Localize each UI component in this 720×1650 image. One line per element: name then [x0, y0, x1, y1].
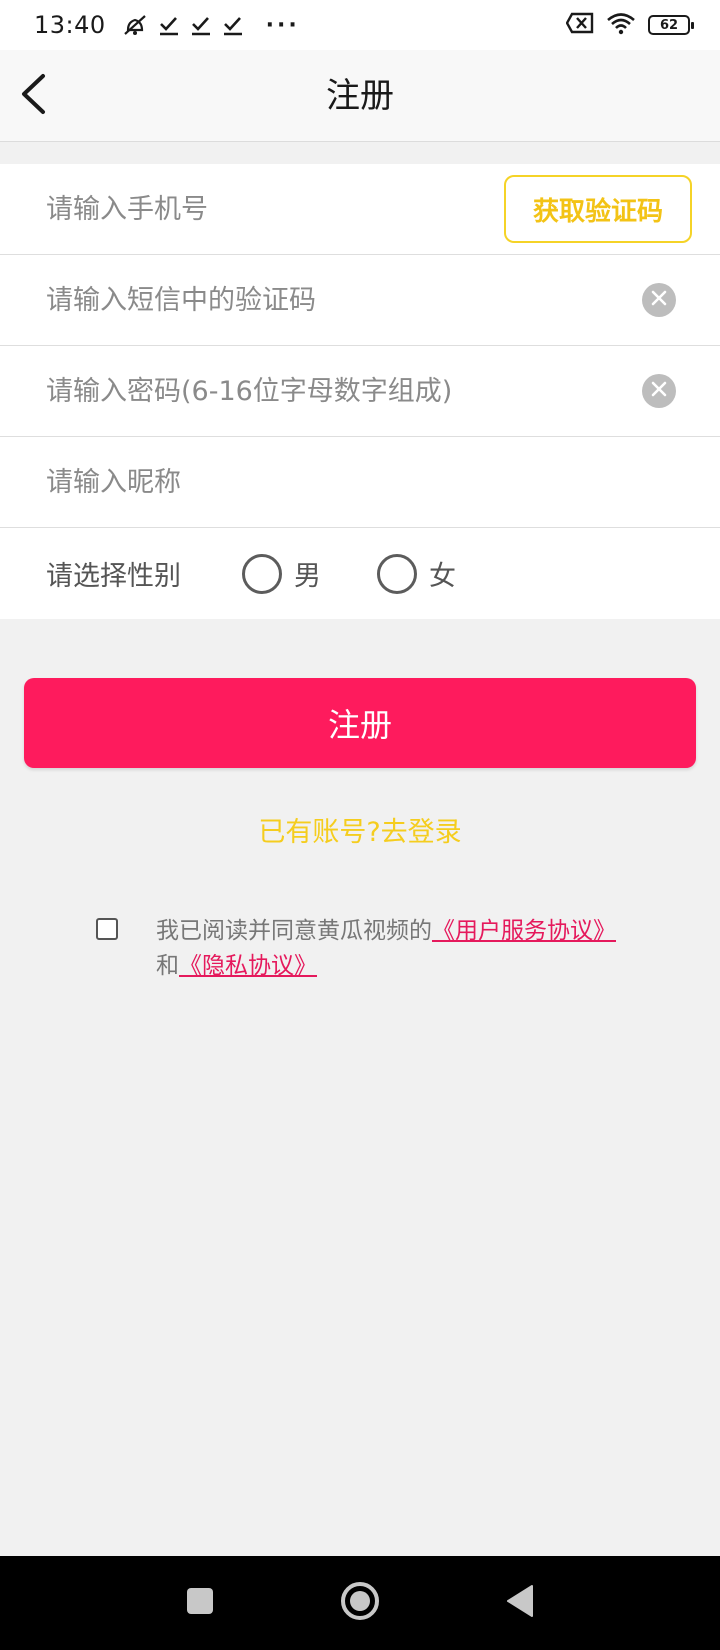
- gender-female-radio[interactable]: [377, 553, 417, 594]
- status-bar: 13:40 ··· 62: [0, 0, 720, 50]
- sms-code-row: [0, 255, 720, 346]
- system-nav-bar: [0, 1556, 720, 1650]
- more-notifications-icon: ···: [265, 12, 300, 38]
- sim-off-icon: [565, 12, 594, 38]
- nav-bar: 注册: [0, 50, 720, 142]
- nickname-row: [0, 437, 720, 528]
- agreement-text: 我已阅读并同意黄瓜视频的《用户服务协议》和《隐私协议》: [156, 914, 616, 984]
- back-icon: [505, 1584, 535, 1622]
- gender-male-label: 男: [294, 561, 321, 592]
- download-done-icon: [222, 14, 244, 36]
- gender-female-option[interactable]: 女: [377, 553, 456, 594]
- battery-level: 62: [659, 17, 679, 33]
- clear-password-button[interactable]: [642, 374, 676, 408]
- recent-apps-icon: [185, 1586, 215, 1620]
- home-icon: [339, 1580, 381, 1626]
- status-time: 13:40: [34, 11, 106, 39]
- register-button[interactable]: 注册: [24, 678, 696, 768]
- user-agreement-link[interactable]: 《用户服务协议》: [432, 918, 616, 944]
- password-input[interactable]: [46, 361, 546, 421]
- gender-row: 请选择性别 男 女: [0, 528, 720, 619]
- gender-label: 请选择性别: [46, 561, 181, 592]
- gender-male-radio[interactable]: [242, 553, 282, 594]
- download-done-icon: [190, 14, 212, 36]
- register-form: 获取验证码 请选择性别 男 女: [0, 164, 720, 619]
- wifi-icon: [606, 11, 636, 39]
- nickname-input[interactable]: [46, 452, 546, 512]
- battery-icon: 62: [648, 15, 694, 35]
- sms-code-input[interactable]: [46, 270, 546, 330]
- home-button[interactable]: [330, 1573, 390, 1633]
- login-link[interactable]: 已有账号?去登录: [0, 810, 720, 849]
- system-back-button[interactable]: [490, 1573, 550, 1633]
- phone-input[interactable]: [46, 179, 546, 239]
- phone-row: 获取验证码: [0, 164, 720, 255]
- mute-bell-icon: [122, 13, 148, 37]
- agree-checkbox[interactable]: [96, 918, 118, 940]
- gender-female-label: 女: [429, 561, 456, 592]
- agreement-prefix: 我已阅读并同意黄瓜视频的: [156, 918, 432, 944]
- page-title: 注册: [326, 76, 394, 116]
- close-icon: [651, 381, 667, 401]
- gender-male-option[interactable]: 男: [242, 553, 321, 594]
- close-icon: [651, 290, 667, 310]
- download-done-icon: [158, 14, 180, 36]
- recent-apps-button[interactable]: [170, 1573, 230, 1633]
- password-row: [0, 346, 720, 437]
- clear-sms-code-button[interactable]: [642, 283, 676, 317]
- agreement-and: 和: [156, 953, 179, 979]
- get-code-button[interactable]: 获取验证码: [504, 175, 692, 243]
- privacy-agreement-link[interactable]: 《隐私协议》: [179, 953, 317, 979]
